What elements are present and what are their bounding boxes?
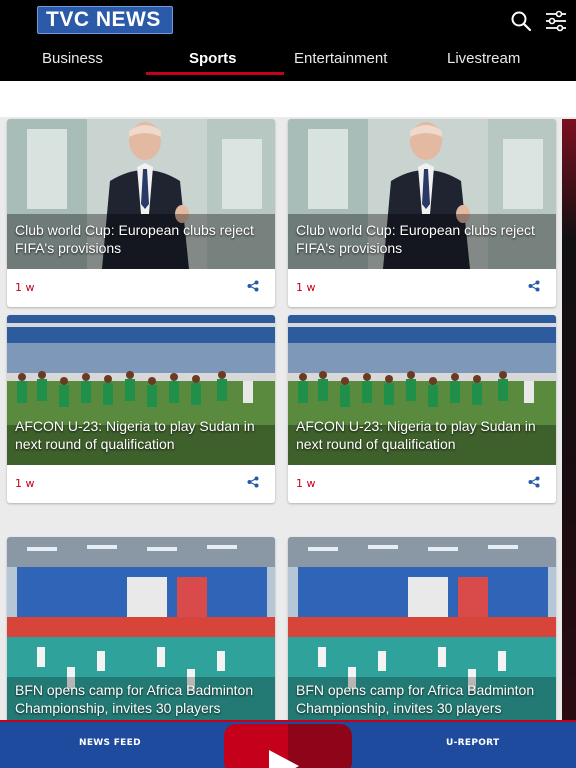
tvc-news-logo[interactable]: TVC NEWS bbox=[37, 6, 173, 34]
active-tab-indicator bbox=[146, 72, 284, 75]
news-card[interactable]: Club world Cup: European clubs reject FI… bbox=[288, 119, 556, 307]
share-icon[interactable] bbox=[528, 476, 540, 488]
article-title: AFCON U-23: Nigeria to play Sudan in nex… bbox=[15, 418, 255, 452]
tab-livestream[interactable]: Livestream bbox=[447, 50, 520, 67]
article-title: AFCON U-23: Nigeria to play Sudan in nex… bbox=[296, 418, 536, 452]
article-title: BFN opens camp for Africa Badminton Cham… bbox=[296, 682, 535, 716]
category-tabs: Business Sports Entertainment Livestream bbox=[0, 44, 576, 78]
article-age: 1 w bbox=[296, 281, 316, 294]
top-header: TVC NEWS Business Sports Entertainment L… bbox=[0, 0, 576, 81]
news-card[interactable]: Club world Cup: European clubs reject FI… bbox=[7, 119, 275, 307]
search-icon[interactable] bbox=[510, 10, 532, 32]
article-title: BFN opens camp for Africa Badminton Cham… bbox=[15, 682, 254, 716]
bottom-nav-divider bbox=[0, 720, 576, 722]
play-icon bbox=[269, 750, 299, 768]
article-title: Club world Cup: European clubs reject FI… bbox=[15, 222, 254, 256]
feed-top-strip bbox=[0, 81, 576, 117]
news-card[interactable]: AFCON U-23: Nigeria to play Sudan in nex… bbox=[7, 315, 275, 503]
news-feed-tab[interactable]: NEWS FEED bbox=[79, 738, 141, 748]
card-footer: 1 w bbox=[288, 269, 556, 307]
news-card[interactable]: BFN opens camp for Africa Badminton Cham… bbox=[7, 537, 275, 720]
filter-settings-icon[interactable] bbox=[545, 10, 567, 32]
news-card[interactable]: BFN opens camp for Africa Badminton Cham… bbox=[288, 537, 556, 720]
news-feed[interactable]: Club world Cup: European clubs reject FI… bbox=[0, 81, 576, 720]
article-age: 1 w bbox=[15, 477, 35, 490]
badminton-hall-photo: BFN opens camp for Africa Badminton Cham… bbox=[288, 537, 556, 720]
tab-business[interactable]: Business bbox=[42, 50, 103, 67]
article-title: Club world Cup: European clubs reject FI… bbox=[296, 222, 535, 256]
article-age: 1 w bbox=[15, 281, 35, 294]
tab-sports[interactable]: Sports bbox=[189, 50, 237, 67]
u-report-tab[interactable]: U-REPORT bbox=[446, 738, 499, 748]
tab-entertainment[interactable]: Entertainment bbox=[294, 50, 387, 67]
share-icon[interactable] bbox=[247, 476, 259, 488]
card-footer: 1 w bbox=[7, 269, 275, 307]
football-team-photo: AFCON U-23: Nigeria to play Sudan in nex… bbox=[7, 315, 275, 465]
badminton-hall-photo: BFN opens camp for Africa Badminton Cham… bbox=[7, 537, 275, 720]
logo-text: TVC NEWS bbox=[46, 8, 161, 31]
card-footer: 1 w bbox=[288, 465, 556, 503]
share-icon[interactable] bbox=[528, 280, 540, 292]
adjacent-card-edge bbox=[562, 119, 576, 720]
news-card[interactable]: AFCON U-23: Nigeria to play Sudan in nex… bbox=[288, 315, 556, 503]
share-icon[interactable] bbox=[247, 280, 259, 292]
card-footer: 1 w bbox=[7, 465, 275, 503]
football-team-photo: AFCON U-23: Nigeria to play Sudan in nex… bbox=[288, 315, 556, 465]
livestream-play-button[interactable] bbox=[224, 724, 352, 768]
article-age: 1 w bbox=[296, 477, 316, 490]
press-conference-photo: Club world Cup: European clubs reject FI… bbox=[7, 119, 275, 269]
press-conference-photo: Club world Cup: European clubs reject FI… bbox=[288, 119, 556, 269]
